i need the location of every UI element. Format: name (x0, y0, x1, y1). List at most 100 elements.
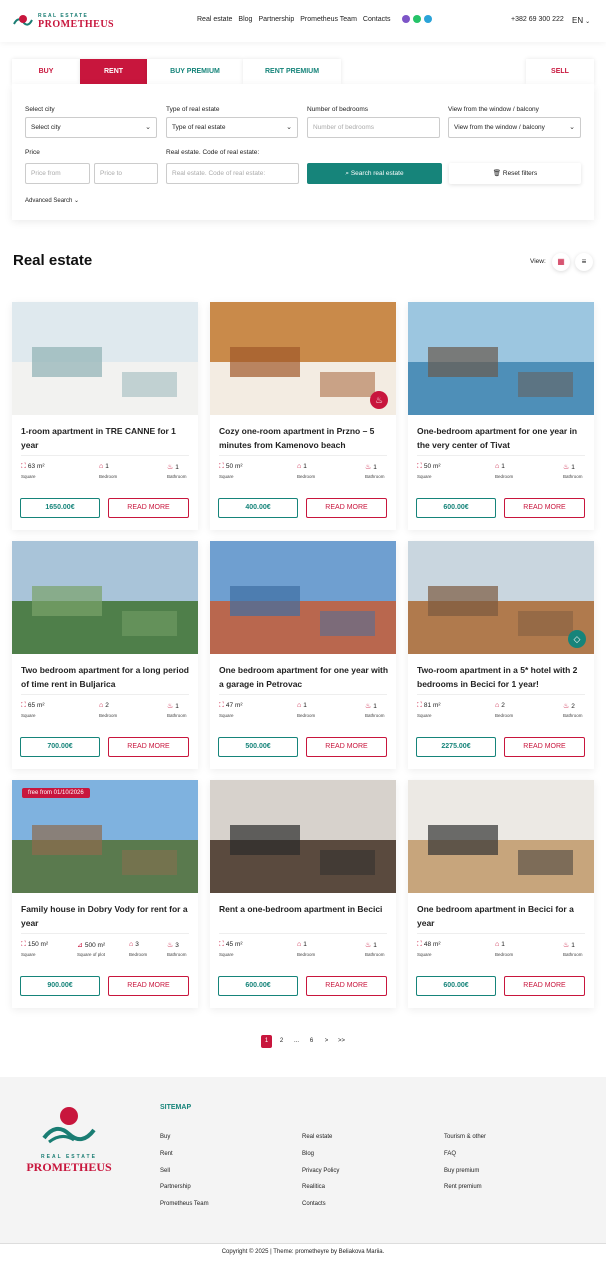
list-view-icon[interactable]: ≡ (575, 253, 593, 271)
area-caption: Square (21, 474, 36, 479)
tab-rent-premium[interactable]: RENT PREMIUM (243, 59, 341, 84)
viber-icon[interactable] (402, 15, 410, 23)
property-title[interactable]: Rent a one-bedroom apartment in Becici (219, 902, 391, 916)
area-icon: ⛶ (417, 941, 422, 948)
footer-link[interactable]: FAQ (444, 1146, 486, 1163)
nav-contacts[interactable]: Contacts (363, 16, 391, 23)
phone-number[interactable]: +382 69 300 222 (511, 16, 564, 23)
footer-link[interactable]: Rent (160, 1146, 209, 1163)
footer-link[interactable]: Prometheus Team (160, 1196, 209, 1213)
property-photo[interactable] (210, 541, 396, 654)
property-photo[interactable] (12, 541, 198, 654)
property-photo[interactable] (12, 302, 198, 415)
footer-link[interactable]: Tourism & other (444, 1129, 486, 1146)
footer-link[interactable]: Buy (160, 1129, 209, 1146)
page-1[interactable]: 1 (261, 1035, 272, 1048)
bedrooms-value: 1 (105, 463, 109, 470)
property-card[interactable]: Rent a one-bedroom apartment in Becici ⛶… (210, 780, 396, 1008)
property-title[interactable]: Cozy one-room apartment in Przno – 5 min… (219, 424, 391, 452)
footer-link[interactable]: Real estate (302, 1129, 339, 1146)
property-photo[interactable] (408, 780, 594, 893)
footer-link[interactable]: Blog (302, 1146, 339, 1163)
footer-link[interactable]: Rent premium (444, 1179, 486, 1196)
grid-view-icon[interactable]: ▦ (552, 253, 570, 271)
view-select-value: View from the window / balcony (454, 124, 545, 131)
view-select[interactable]: View from the window / balcony ⌄ (448, 117, 581, 138)
property-title[interactable]: Two-room apartment in a 5* hotel with 2 … (417, 663, 589, 691)
property-title[interactable]: Two bedroom apartment for a long period … (21, 663, 193, 691)
read-more-button[interactable]: READ MORE (306, 498, 387, 518)
nav-blog[interactable]: Blog (238, 16, 252, 23)
property-card[interactable]: One bedroom apartment for one year with … (210, 541, 396, 769)
property-title[interactable]: Family house in Dobry Vody for rent for … (21, 902, 193, 930)
property-title[interactable]: One-bedroom apartment for one year in th… (417, 424, 589, 452)
tab-buy[interactable]: BUY (12, 59, 80, 84)
read-more-button[interactable]: READ MORE (504, 498, 585, 518)
property-card[interactable]: One-bedroom apartment for one year in th… (408, 302, 594, 530)
bathrooms-value: 2 (571, 703, 575, 710)
footer-link[interactable]: Privacy Policy (302, 1163, 339, 1180)
bedrooms-icon: ⌂ (495, 702, 500, 709)
last-page[interactable]: >> (336, 1035, 347, 1048)
bedrooms-caption: Bedroom (495, 474, 514, 479)
search-button[interactable]: ⌕ Search real estate (307, 163, 442, 184)
language-switcher[interactable]: EN ⌄ (572, 16, 590, 25)
property-card[interactable]: free from 01/10/2026 Family house in Dob… (12, 780, 198, 1008)
bedrooms-input[interactable]: Number of bedrooms (307, 117, 440, 138)
telegram-icon[interactable] (424, 15, 432, 23)
nav-partnership[interactable]: Partnership (258, 16, 294, 23)
area-caption: Square (219, 474, 234, 479)
page-2[interactable]: 2 (276, 1035, 287, 1048)
divider (417, 933, 585, 934)
property-card[interactable]: One bedroom apartment in Becici for a ye… (408, 780, 594, 1008)
city-select-value: Select city (31, 124, 61, 131)
city-select[interactable]: Select city ⌄ (25, 117, 157, 138)
property-title[interactable]: One bedroom apartment for one year with … (219, 663, 391, 691)
property-card[interactable]: Two bedroom apartment for a long period … (12, 541, 198, 769)
property-title[interactable]: One bedroom apartment in Becici for a ye… (417, 902, 589, 930)
tab-buy-premium[interactable]: BUY PREMIUM (147, 59, 243, 84)
read-more-button[interactable]: READ MORE (504, 976, 585, 996)
property-title[interactable]: 1-room apartment in TRE CANNE for 1 year (21, 424, 193, 452)
footer-link[interactable]: Sell (160, 1163, 209, 1180)
read-more-button[interactable]: READ MORE (504, 737, 585, 757)
footer-link[interactable]: Contacts (302, 1196, 339, 1213)
property-photo[interactable]: free from 01/10/2026 (12, 780, 198, 893)
property-photo[interactable]: ♨ (210, 302, 396, 415)
footer-logo[interactable]: REAL ESTATE PROMETHEUS (24, 1102, 114, 1174)
footer-link[interactable]: Partnership (160, 1179, 209, 1196)
logo[interactable]: REAL ESTATE PROMETHEUS (12, 10, 114, 32)
property-photo[interactable] (210, 780, 396, 893)
footer-link[interactable]: Realitica (302, 1179, 339, 1196)
bathrooms-icon: ♨ (167, 464, 174, 471)
read-more-button[interactable]: READ MORE (108, 976, 189, 996)
footer-link[interactable]: Buy premium (444, 1163, 486, 1180)
property-card[interactable]: ◇ Two-room apartment in a 5* hotel with … (408, 541, 594, 769)
tab-sell[interactable]: SELL (526, 59, 594, 84)
property-card[interactable]: 1-room apartment in TRE CANNE for 1 year… (12, 302, 198, 530)
property-photo[interactable]: ◇ (408, 541, 594, 654)
code-input[interactable]: Real estate. Code of real estate: (166, 163, 299, 184)
divider (219, 933, 387, 934)
chevron-down-icon: ⌄ (585, 19, 591, 25)
price-to-input[interactable]: Price to (94, 163, 158, 184)
next-page[interactable]: > (321, 1035, 332, 1048)
read-more-button[interactable]: READ MORE (108, 498, 189, 518)
advanced-search-toggle[interactable]: Advanced Search ⌄ (25, 197, 79, 204)
area-value: 81 m² (423, 702, 441, 709)
main-nav: Real estate Blog Partnership Prometheus … (197, 16, 391, 23)
read-more-button[interactable]: READ MORE (306, 737, 387, 757)
price-from-input[interactable]: Price from (25, 163, 90, 184)
nav-real-estate[interactable]: Real estate (197, 16, 232, 23)
page-6[interactable]: 6 (306, 1035, 317, 1048)
read-more-button[interactable]: READ MORE (108, 737, 189, 757)
type-select[interactable]: Type of real estate ⌄ (166, 117, 298, 138)
whatsapp-icon[interactable] (413, 15, 421, 23)
property-photo[interactable] (408, 302, 594, 415)
property-card[interactable]: ♨ Cozy one-room apartment in Przno – 5 m… (210, 302, 396, 530)
nav-team[interactable]: Prometheus Team (300, 16, 357, 23)
price-tag: 600.00€ (416, 976, 496, 996)
read-more-button[interactable]: READ MORE (306, 976, 387, 996)
tab-rent[interactable]: RENT (80, 59, 147, 84)
reset-filters-button[interactable]: 🗑 Reset filters (449, 163, 581, 184)
